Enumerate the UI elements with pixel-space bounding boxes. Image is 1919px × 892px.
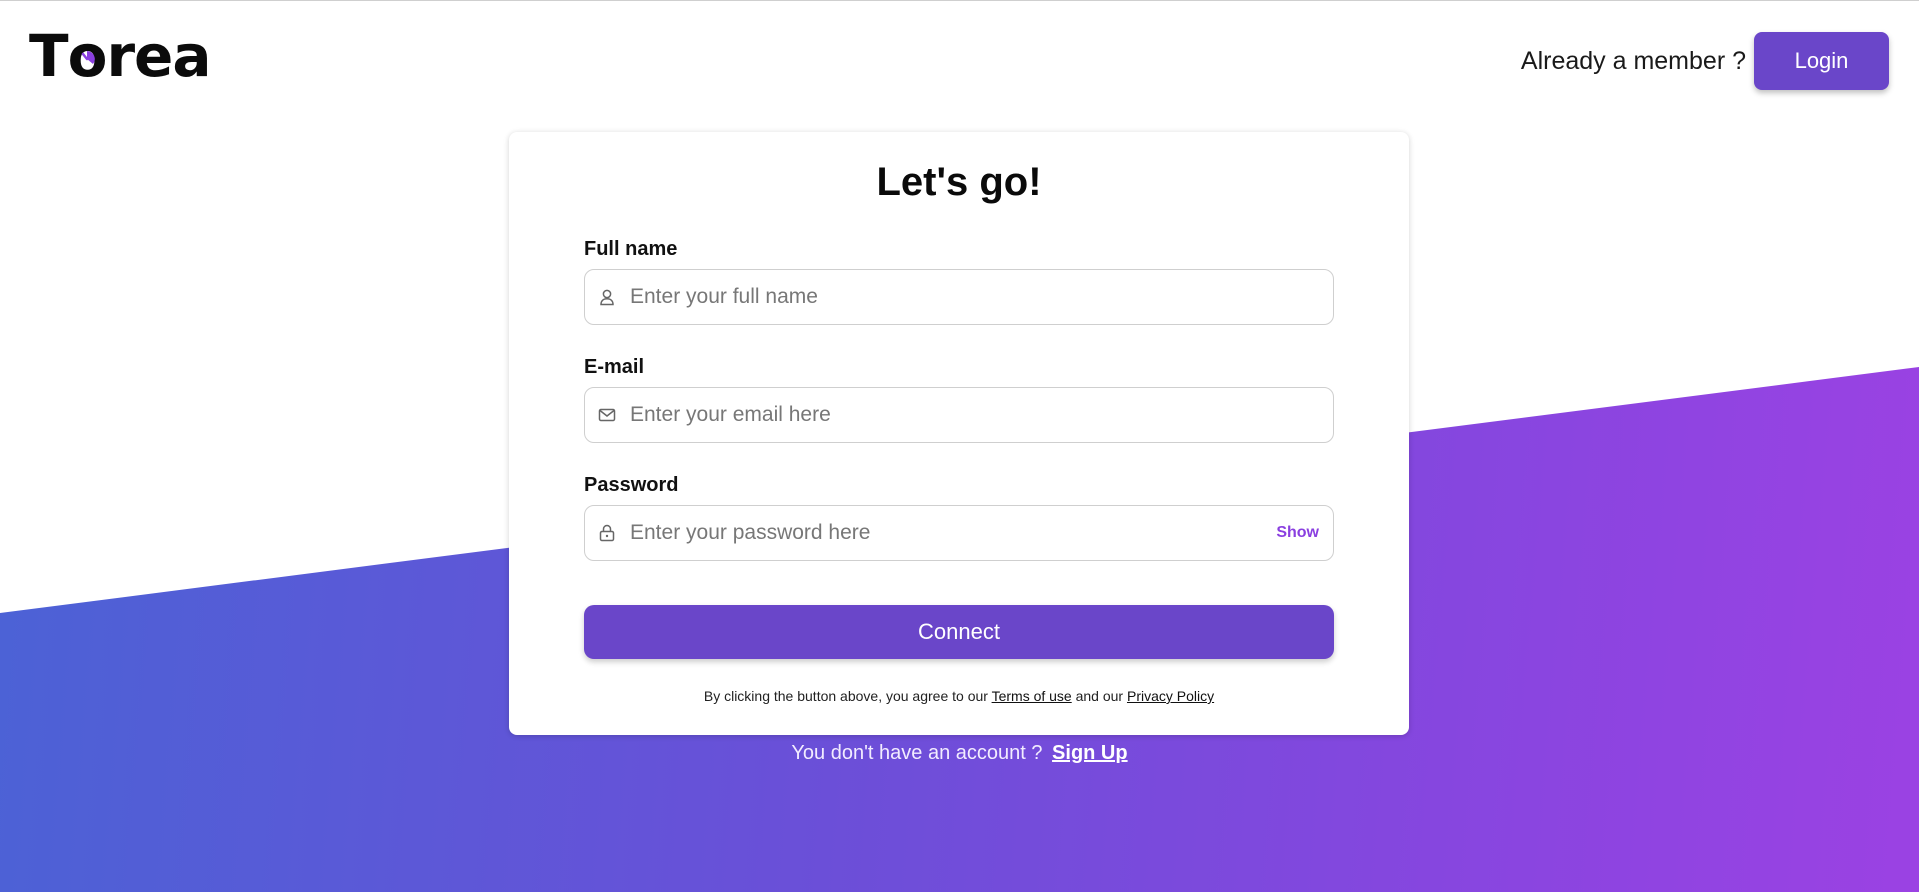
lock-icon (599, 524, 615, 542)
page: Torea Already a member ? Login Let's go!… (0, 0, 1919, 892)
login-button[interactable]: Login (1754, 32, 1889, 90)
terms-notice: By clicking the button above, you agree … (509, 688, 1409, 704)
mail-icon (598, 408, 616, 422)
already-member-text: Already a member ? (1520, 46, 1746, 75)
signup-prompt-text: You don't have an account ? (791, 742, 1043, 764)
email-field[interactable] (584, 387, 1334, 443)
terms-prefix: By clicking the button above, you agree … (703, 688, 988, 704)
user-icon (600, 289, 614, 306)
signup-card: Let's go! Full name E-mail Password (509, 132, 1409, 735)
clock-icon (81, 50, 95, 64)
brand-logo[interactable]: Torea (29, 27, 212, 85)
email-label: E-mail (584, 356, 645, 378)
full-name-label: Full name (584, 238, 678, 260)
header-actions: Already a member ? Login (1521, 32, 1889, 90)
full-name-input[interactable] (630, 270, 1333, 324)
terms-of-use-link[interactable]: Terms of use (992, 688, 1072, 704)
card-title: Let's go! (876, 160, 1042, 204)
sign-up-link[interactable]: Sign Up (1052, 742, 1128, 764)
connect-button[interactable]: Connect (584, 605, 1334, 659)
full-name-field[interactable] (584, 269, 1334, 325)
logo-letter-o: o (68, 27, 108, 85)
password-input[interactable] (630, 506, 1277, 560)
terms-middle: and our (1075, 688, 1124, 704)
show-password-toggle[interactable]: Show (1276, 524, 1319, 542)
logo-letter-t: T (29, 22, 69, 90)
signup-prompt: You don't have an account ? Sign Up (0, 742, 1919, 765)
logo-wordmark: Torea (29, 27, 212, 85)
logo-letters-rea: rea (106, 22, 211, 90)
email-input[interactable] (630, 388, 1333, 442)
password-field[interactable]: Show (584, 505, 1334, 561)
password-label: Password (584, 474, 679, 496)
privacy-policy-link[interactable]: Privacy Policy (1127, 688, 1214, 704)
